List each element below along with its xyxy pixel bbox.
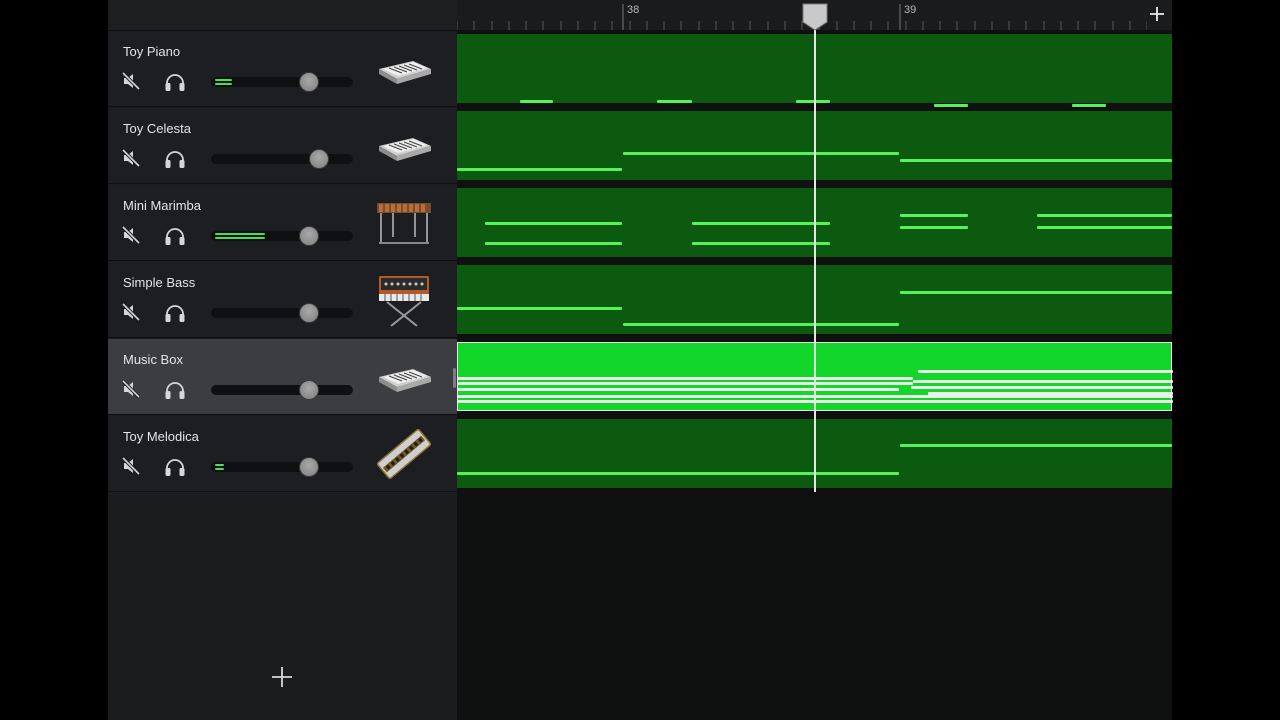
garageband-tracks-view: Toy Piano Toy Celesta Mini Marimba Simple B… <box>108 0 1173 720</box>
midi-note <box>918 370 1173 373</box>
track-list-top-bar <box>108 0 457 31</box>
mute-icon[interactable] <box>121 302 141 322</box>
headphones-icon[interactable] <box>163 226 187 246</box>
volume-knob[interactable] <box>299 380 319 400</box>
level-meter <box>215 79 232 85</box>
volume-knob[interactable] <box>309 149 329 169</box>
midi-note <box>900 159 1172 162</box>
midi-note <box>1037 214 1172 217</box>
midi-note <box>458 377 913 380</box>
track-name: Toy Piano <box>123 44 181 59</box>
midi-note <box>485 242 622 245</box>
headphones-icon[interactable] <box>163 149 187 169</box>
track-header[interactable]: Toy Piano <box>108 31 457 107</box>
track-header[interactable]: Music Box <box>108 339 457 415</box>
mute-icon[interactable] <box>121 456 141 476</box>
midi-note <box>657 100 692 103</box>
volume-knob[interactable] <box>299 457 319 477</box>
midi-note <box>900 291 1172 294</box>
synth-icon[interactable] <box>373 270 435 330</box>
mute-icon[interactable] <box>121 148 141 168</box>
marimba-icon[interactable] <box>373 193 435 253</box>
midi-note <box>520 100 553 103</box>
midi-note <box>457 472 899 475</box>
volume-knob[interactable] <box>299 72 319 92</box>
keyboard-icon[interactable] <box>373 39 435 99</box>
track-header[interactable]: Toy Celesta <box>108 108 457 184</box>
headphones-icon[interactable] <box>163 72 187 92</box>
track-name: Toy Melodica <box>123 429 199 444</box>
track-header[interactable]: Toy Melodica <box>108 416 457 492</box>
midi-note <box>458 382 913 385</box>
volume-slider[interactable] <box>211 149 353 169</box>
volume-slider[interactable] <box>211 380 353 400</box>
volume-slider[interactable] <box>211 303 353 323</box>
bar-number: 39 <box>904 4 917 16</box>
track-name: Mini Marimba <box>123 198 202 213</box>
track-header[interactable]: Simple Bass <box>108 262 457 338</box>
volume-knob[interactable] <box>299 303 319 323</box>
level-meter <box>215 233 265 239</box>
volume-slider[interactable] <box>211 457 353 477</box>
level-meter-bar <box>215 464 224 466</box>
midi-note <box>1072 104 1106 107</box>
track-header-list: Toy Piano Toy Celesta Mini Marimba Simple B… <box>108 0 458 720</box>
midi-note <box>692 222 830 225</box>
headphones-icon[interactable] <box>163 303 187 323</box>
mute-icon[interactable] <box>121 225 141 245</box>
midi-note <box>934 104 968 107</box>
keyboard-icon[interactable] <box>373 116 435 176</box>
keyboard-icon[interactable] <box>373 347 435 407</box>
midi-note <box>485 222 622 225</box>
level-meter-bar <box>215 233 265 235</box>
midi-note <box>900 444 1172 447</box>
headphones-icon[interactable] <box>163 457 187 477</box>
midi-note <box>692 242 830 245</box>
volume-slider[interactable] <box>211 226 353 246</box>
track-header[interactable]: Mini Marimba <box>108 185 457 261</box>
level-meter-bar <box>215 468 224 470</box>
midi-note <box>623 323 899 326</box>
add-section-icon[interactable] <box>1148 5 1166 23</box>
midi-note <box>623 152 899 155</box>
playhead-line <box>814 14 816 492</box>
timeline-area[interactable]: 38 39 <box>457 0 1173 720</box>
volume-knob[interactable] <box>299 226 319 246</box>
midi-note <box>900 226 968 229</box>
track-name: Simple Bass <box>123 275 196 290</box>
headphones-icon[interactable] <box>163 380 187 400</box>
midi-note <box>457 307 622 310</box>
midi-note <box>913 380 1173 383</box>
bar-number: 38 <box>627 4 640 16</box>
track-name: Toy Celesta <box>123 121 191 136</box>
midi-note <box>458 388 899 391</box>
midi-note <box>900 214 968 217</box>
track-resize-handle[interactable] <box>453 368 456 388</box>
level-meter <box>215 464 224 470</box>
playhead-handle[interactable] <box>801 3 829 31</box>
add-track-button[interactable] <box>268 663 296 691</box>
midi-note <box>457 168 622 171</box>
level-meter-bar <box>215 79 232 81</box>
midi-note <box>928 392 1173 395</box>
midi-note <box>1037 226 1172 229</box>
level-meter-bar <box>215 83 232 85</box>
harmonica-icon[interactable] <box>373 424 435 484</box>
mute-icon[interactable] <box>121 379 141 399</box>
midi-note <box>796 100 830 103</box>
level-meter-bar <box>215 237 265 239</box>
midi-note <box>911 386 1173 389</box>
volume-slider[interactable] <box>211 72 353 92</box>
mute-icon[interactable] <box>121 71 141 91</box>
track-name: Music Box <box>123 352 183 367</box>
